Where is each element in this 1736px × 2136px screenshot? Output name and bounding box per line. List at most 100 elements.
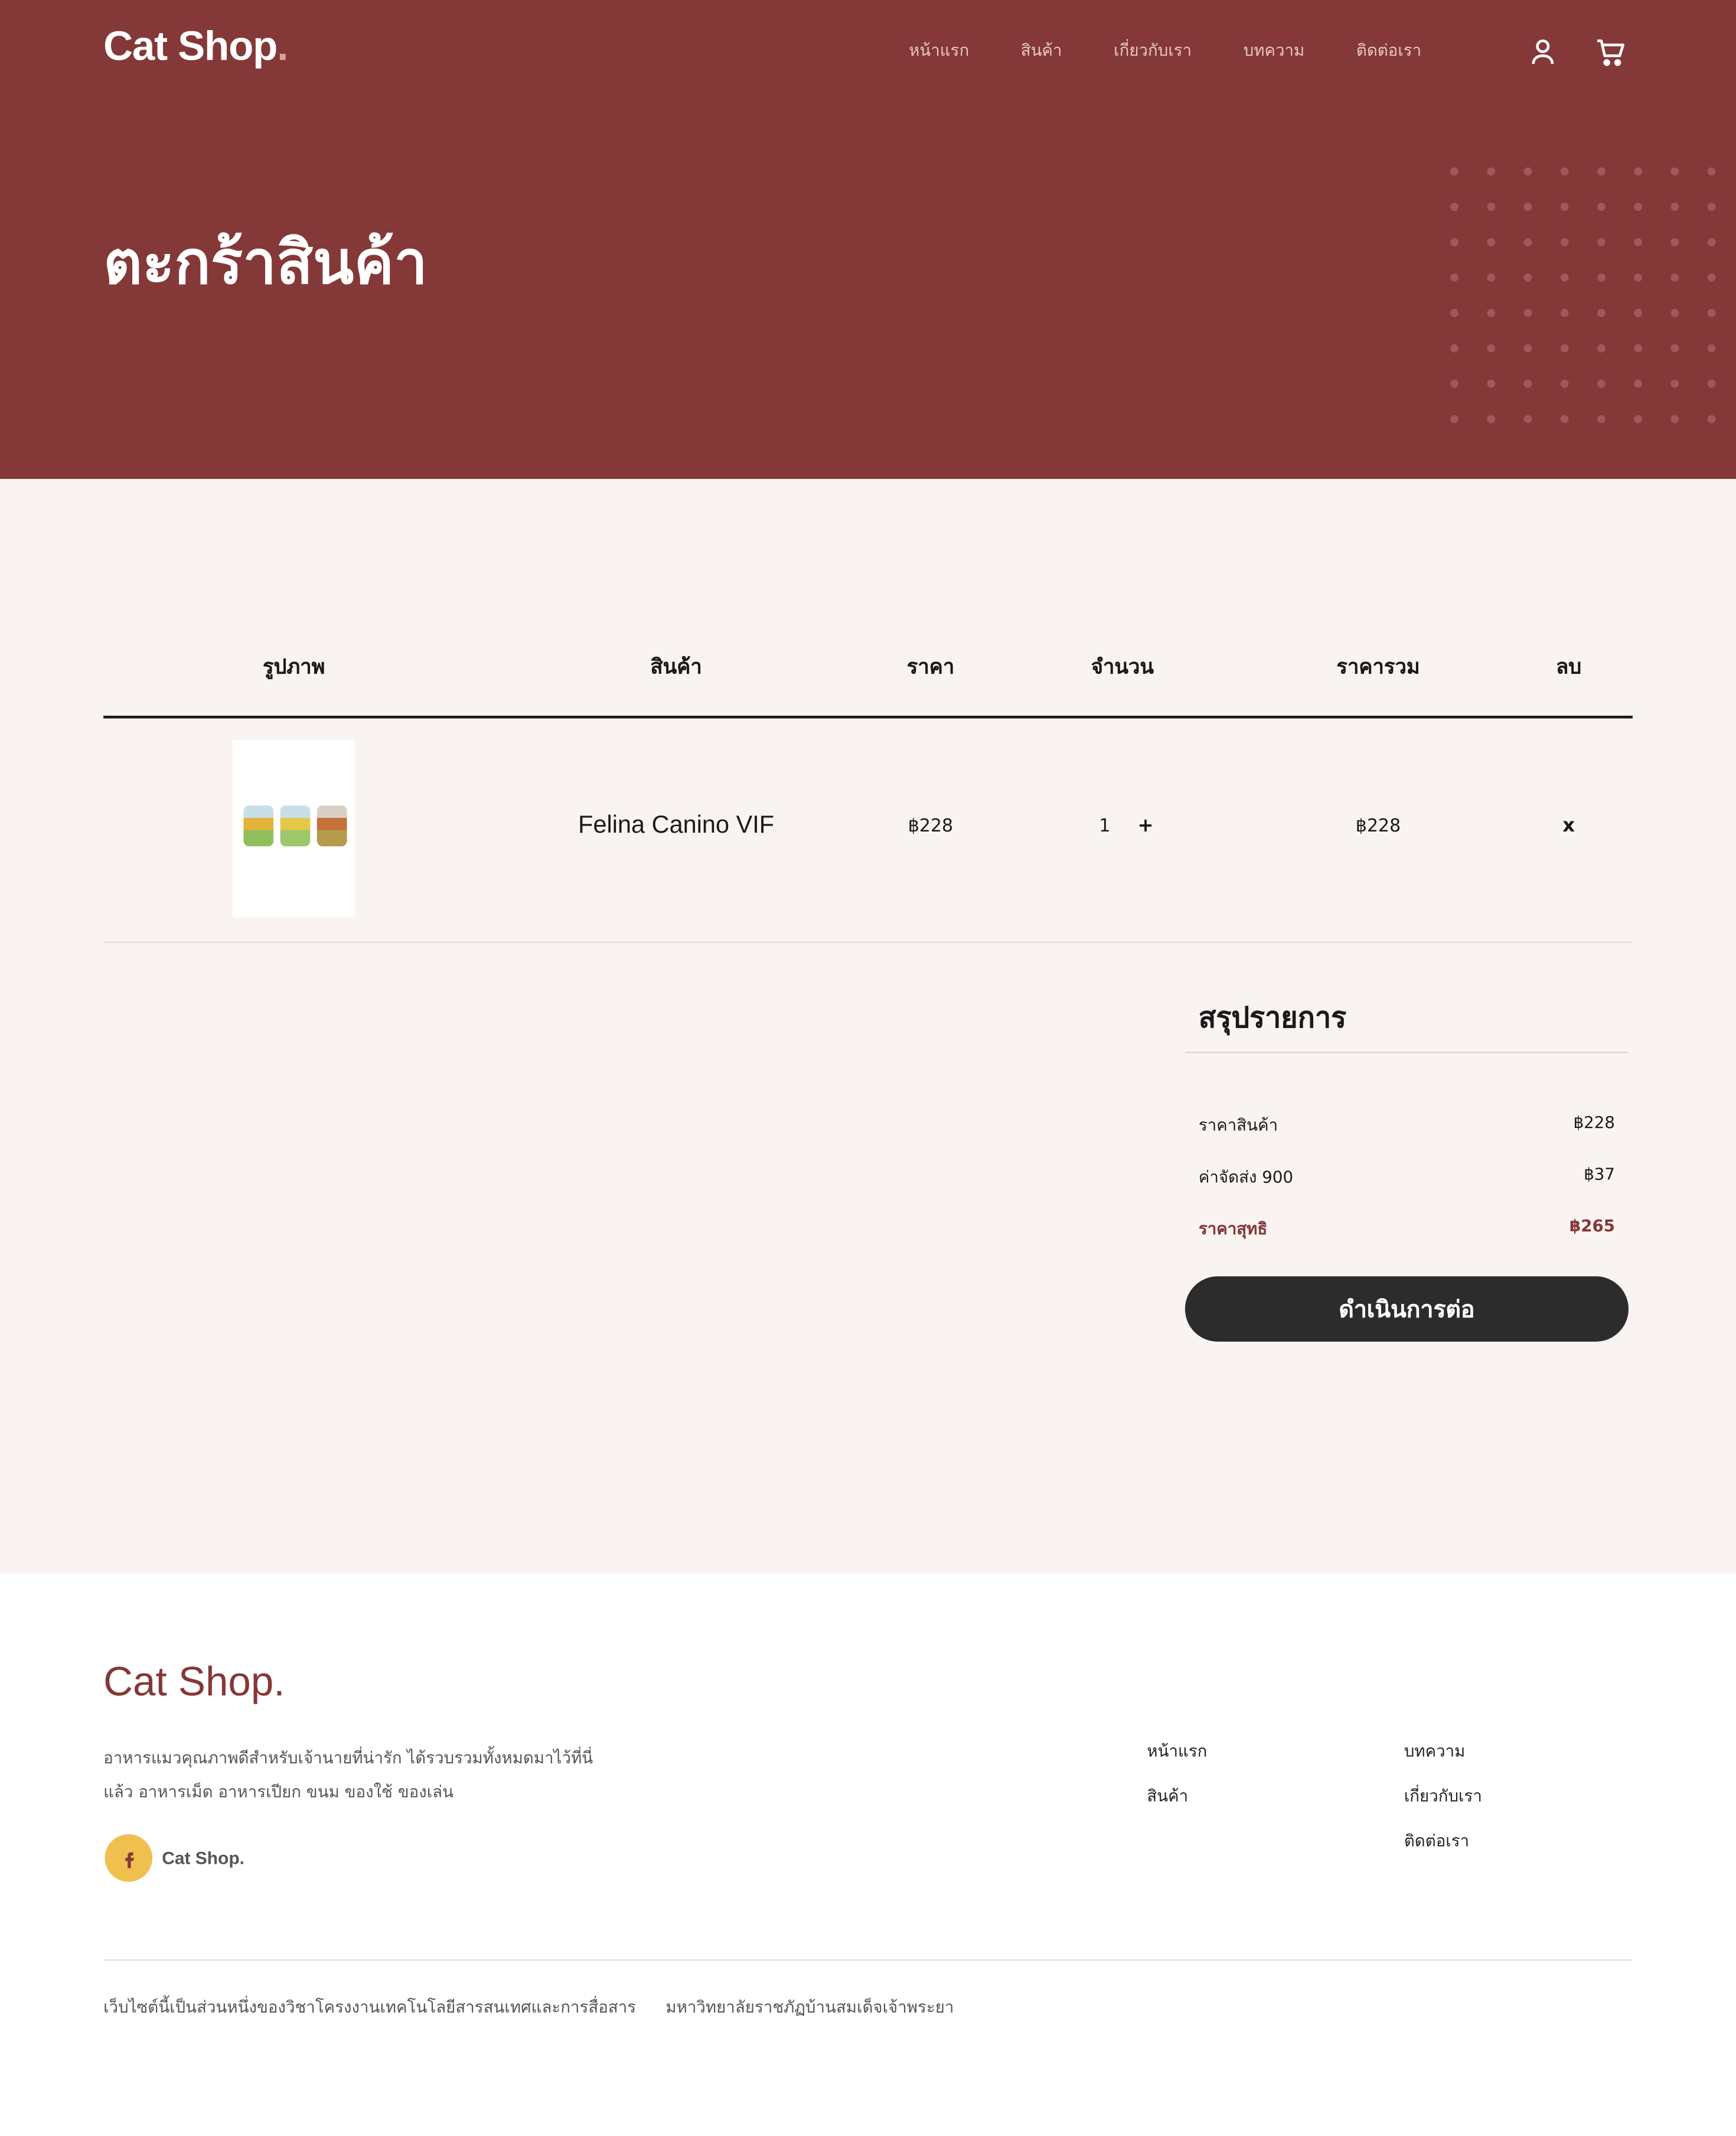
decorative-dot: [1597, 238, 1606, 247]
site-footer: Cat Shop. อาหารแมวคุณภาพดีสำหรับเจ้านายท…: [0, 1573, 1736, 2136]
decorative-dot: [1634, 379, 1643, 388]
facebook-icon[interactable]: [105, 1834, 153, 1882]
decorative-dot: [1523, 167, 1532, 176]
nav-contact[interactable]: ติดต่อเรา: [1356, 38, 1421, 64]
footer-description: อาหารแมวคุณภาพดีสำหรับเจ้านายที่น่ารัก ไ…: [103, 1748, 593, 1802]
decorative-dot: [1597, 203, 1606, 211]
course-credit: เว็บไซต์นี้เป็นส่วนหนึ่งของวิชาโครงงานเท…: [103, 1997, 637, 2017]
decorative-dot: [1487, 203, 1496, 211]
decorative-dot: [1597, 167, 1606, 176]
decorative-dot: [1707, 344, 1716, 353]
footer-link-products[interactable]: สินค้า: [1147, 1784, 1207, 1829]
decorative-dot: [1560, 309, 1569, 317]
decorative-dot: [1523, 415, 1532, 423]
decorative-dot: [1523, 273, 1532, 282]
cart-icon[interactable]: [1594, 35, 1627, 68]
header-icons: [1526, 35, 1627, 68]
product-can-image: [316, 806, 347, 847]
decorative-dot: [1707, 379, 1716, 388]
decorative-dot: [1560, 273, 1569, 282]
summary-divider: [1184, 1052, 1629, 1054]
decorative-dot: [1487, 309, 1496, 317]
decorative-dot: [1450, 309, 1458, 317]
column-remove: ลบ: [1556, 654, 1582, 679]
quantity-value: 1: [1099, 816, 1111, 837]
nav-home[interactable]: หน้าแรก: [909, 38, 969, 64]
product-name[interactable]: Felina Canino VIF: [578, 811, 774, 839]
decorative-dot: [1634, 415, 1643, 423]
order-summary: สรุปรายการ ราคาสินค้า ฿228 ค่าจัดส่ง 900…: [1184, 996, 1629, 1342]
subtotal-label: ราคาสินค้า: [1198, 1116, 1278, 1135]
footer-links-col1: หน้าแรก สินค้า: [1147, 1739, 1207, 1829]
decorative-dot: [1523, 379, 1532, 388]
summary-title: สรุปรายการ: [1198, 1001, 1347, 1035]
footer-link-contact[interactable]: ติดต่อเรา: [1404, 1829, 1482, 1874]
decorative-dot: [1707, 415, 1716, 423]
decorative-dot: [1634, 309, 1643, 317]
nav-about[interactable]: เกี่ยวกับเรา: [1114, 38, 1192, 64]
decorative-dot: [1450, 344, 1458, 353]
decorative-dot: [1707, 309, 1716, 317]
net-total-label: ราคาสุทธิ: [1198, 1219, 1268, 1238]
decorative-dot: [1634, 167, 1643, 176]
decorative-dot-grid: [1450, 167, 1736, 439]
footer-credits: เว็บไซต์นี้เป็นส่วนหนึ่งของวิชาโครงงานเท…: [103, 1995, 978, 2021]
column-product: สินค้า: [650, 654, 702, 679]
subtotal-value: ฿228: [1573, 1113, 1615, 1133]
remove-item-button[interactable]: x: [1562, 815, 1575, 837]
decorative-dot: [1487, 415, 1496, 423]
university-credit: มหาวิทยาลัยราชภัฏบ้านสมเด็จเจ้าพระยา: [665, 1997, 954, 2017]
decorative-dot: [1634, 273, 1643, 282]
decorative-dot: [1450, 273, 1458, 282]
decorative-dot: [1707, 238, 1716, 247]
shipping-label: ค่าจัดส่ง 900: [1198, 1167, 1294, 1187]
decorative-dot: [1670, 273, 1679, 282]
decorative-dot: [1634, 203, 1643, 211]
subtotal-row: ราคาสินค้า ฿228: [1185, 1113, 1629, 1165]
nav-products[interactable]: สินค้า: [1021, 38, 1062, 64]
footer-link-about[interactable]: เกี่ยวกับเรา: [1404, 1784, 1482, 1829]
decorative-dot: [1707, 273, 1716, 282]
checkout-button[interactable]: ดำเนินการต่อ: [1184, 1276, 1629, 1342]
site-logo[interactable]: Cat Shop.: [103, 24, 288, 70]
quantity-increase-button[interactable]: +: [1138, 815, 1154, 837]
decorative-dot: [1523, 203, 1532, 211]
decorative-dot: [1487, 379, 1496, 388]
decorative-dot: [1450, 379, 1458, 388]
decorative-dot: [1597, 309, 1606, 317]
page-title: ตะกร้าสินค้า: [103, 229, 428, 298]
decorative-dot: [1670, 344, 1679, 353]
product-price: ฿228: [908, 816, 954, 837]
column-total: ราคารวม: [1336, 654, 1420, 679]
decorative-dot: [1670, 379, 1679, 388]
cart-section: รูปภาพ สินค้า ราคา จำนวน ราคารวม ลบ Feli…: [0, 479, 1736, 1573]
decorative-dot: [1670, 203, 1679, 211]
net-total-value: ฿265: [1569, 1216, 1615, 1236]
hero-header: Cat Shop. หน้าแรก สินค้า เกี่ยวกับเรา บท…: [0, 0, 1736, 480]
decorative-dot: [1560, 379, 1569, 388]
main-menu: หน้าแรก สินค้า เกี่ยวกับเรา บทความ ติดต่…: [909, 38, 1473, 64]
decorative-dot: [1487, 273, 1496, 282]
product-image[interactable]: [233, 740, 355, 917]
footer-link-home[interactable]: หน้าแรก: [1147, 1739, 1207, 1784]
user-icon[interactable]: [1526, 35, 1559, 68]
decorative-dot: [1670, 238, 1679, 247]
decorative-dot: [1487, 238, 1496, 247]
nav-articles[interactable]: บทความ: [1244, 38, 1305, 64]
decorative-dot: [1707, 167, 1716, 176]
footer-links-col2: บทความ เกี่ยวกับเรา ติดต่อเรา: [1404, 1739, 1482, 1874]
decorative-dot: [1560, 344, 1569, 353]
shipping-value: ฿37: [1584, 1165, 1615, 1184]
decorative-dot: [1523, 238, 1532, 247]
cart-row: Felina Canino VIF ฿228 1 + ฿228 x: [103, 719, 1633, 943]
decorative-dot: [1597, 379, 1606, 388]
decorative-dot: [1597, 415, 1606, 423]
facebook-page-label[interactable]: Cat Shop.: [162, 1848, 244, 1868]
footer-logo[interactable]: Cat Shop.: [103, 1660, 285, 1706]
decorative-dot: [1634, 238, 1643, 247]
decorative-dot: [1597, 273, 1606, 282]
footer-link-articles[interactable]: บทความ: [1404, 1739, 1482, 1784]
cart-table-header: รูปภาพ สินค้า ราคา จำนวน ราคารวม ลบ: [103, 648, 1633, 719]
decorative-dot: [1707, 203, 1716, 211]
decorative-dot: [1670, 309, 1679, 317]
